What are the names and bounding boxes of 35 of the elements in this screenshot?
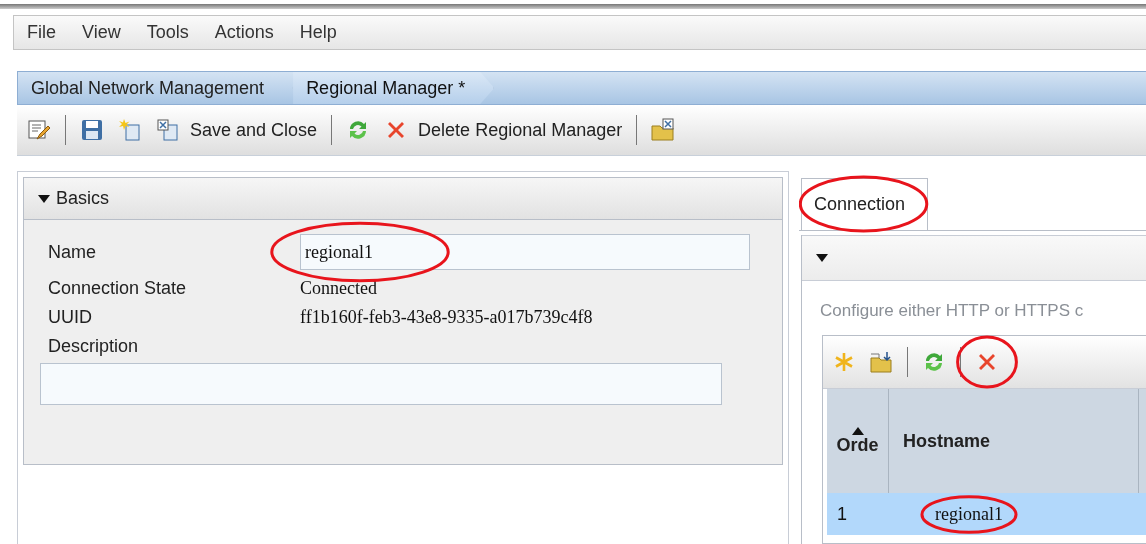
edit-icon bbox=[27, 118, 51, 142]
toolbar-icon-button[interactable] bbox=[80, 118, 104, 142]
name-field[interactable]: regional1 bbox=[300, 234, 750, 270]
asterisk-icon bbox=[833, 351, 855, 373]
section-header[interactable]: Basics bbox=[24, 178, 782, 220]
table-cell: regional1 bbox=[935, 503, 1003, 524]
toolbar-button[interactable]: Delete Regional Manager bbox=[384, 118, 623, 142]
table-row[interactable]: 1 regional1 bbox=[827, 493, 1146, 535]
table-cell: 1 bbox=[837, 503, 847, 524]
toolbar-icon-button[interactable] bbox=[869, 350, 893, 374]
save-icon bbox=[80, 118, 104, 142]
section-header[interactable] bbox=[802, 235, 1146, 281]
folder-import-icon bbox=[869, 350, 893, 374]
field-label: Description bbox=[48, 336, 140, 357]
field-label: Connection State bbox=[48, 278, 188, 299]
field-value: regional1 bbox=[305, 241, 373, 263]
menu-item[interactable]: Help bbox=[286, 22, 350, 43]
breadcrumb-item[interactable]: Global Network Management bbox=[18, 72, 294, 104]
menu-item[interactable]: Tools bbox=[133, 22, 202, 43]
field-label: UUID bbox=[48, 307, 93, 328]
toolbar-button[interactable]: Save and Close bbox=[156, 118, 318, 142]
field-label: Name bbox=[48, 241, 97, 263]
save-close-icon bbox=[156, 118, 180, 142]
field-value: Connected bbox=[300, 278, 377, 299]
folder-close-icon bbox=[651, 118, 676, 142]
new-document-icon bbox=[118, 118, 142, 142]
menu-item[interactable]: Actions bbox=[201, 22, 287, 43]
toolbar-icon-button[interactable] bbox=[651, 118, 676, 142]
description-field[interactable] bbox=[40, 363, 722, 405]
menu-item[interactable]: File bbox=[14, 22, 69, 43]
field-value: ff1b160f-feb3-43e8-9335-a017b739c4f8 bbox=[300, 307, 593, 328]
hint-text: Configure either HTTP or HTTPS c bbox=[820, 301, 1085, 321]
breadcrumb-item[interactable]: Regional Manager * bbox=[293, 72, 495, 104]
menu-item[interactable]: View bbox=[69, 22, 134, 43]
toolbar-icon-button[interactable] bbox=[27, 118, 51, 142]
